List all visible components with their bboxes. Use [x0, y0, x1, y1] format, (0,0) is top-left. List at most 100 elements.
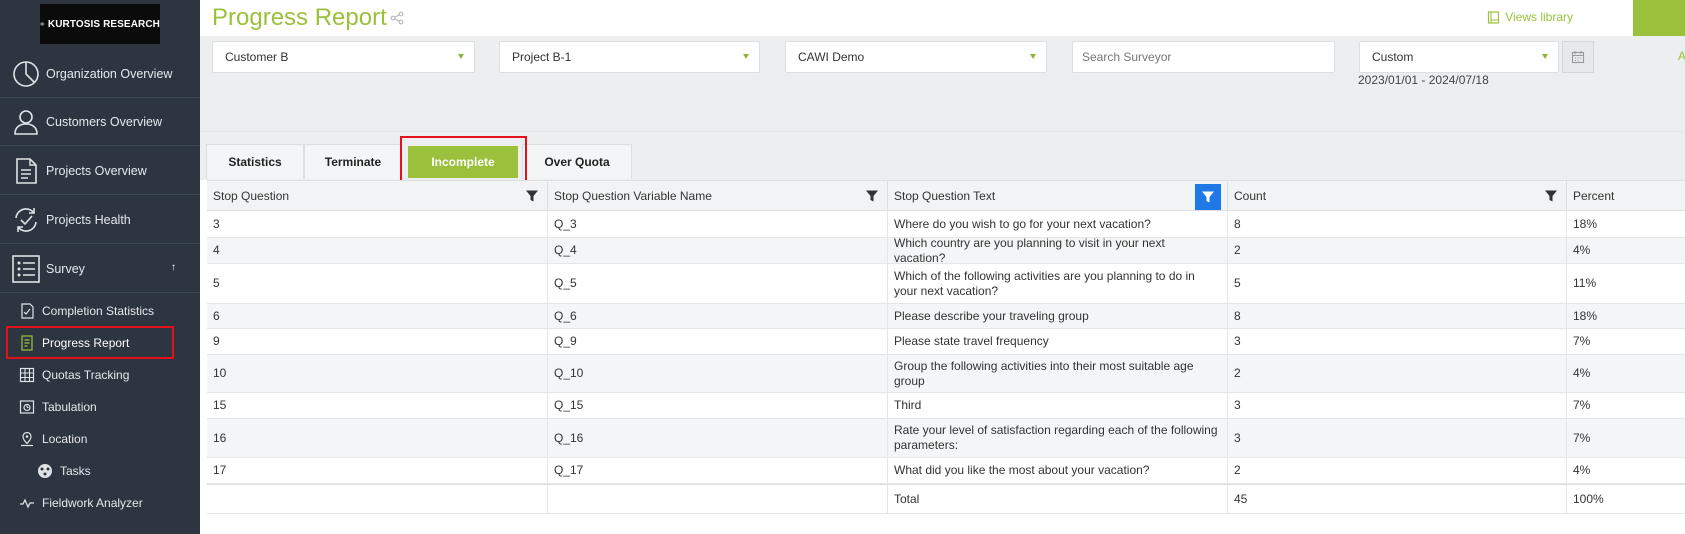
column-header-stop-question[interactable]: Stop Question	[207, 181, 548, 211]
sub-quotas-tracking[interactable]: Quotas Tracking	[0, 359, 200, 391]
apply-link[interactable]: A	[1678, 49, 1685, 63]
filter-icon[interactable]	[1544, 189, 1558, 203]
sub-location[interactable]: Location	[0, 423, 200, 455]
chevron-down-icon	[1542, 54, 1548, 59]
sub-tabulation[interactable]: Tabulation	[0, 391, 200, 423]
survey-dropdown[interactable]: CAWI Demo	[785, 41, 1047, 73]
sub-label: Progress Report	[42, 336, 130, 350]
share-icon[interactable]	[390, 11, 404, 25]
table-row[interactable]: 4 Q_4 Which country are you planning to vi…	[207, 236, 1685, 265]
logo-area: KURTOSIS RESEARCH	[0, 0, 200, 48]
table-cell-var: Q_9	[548, 329, 888, 354]
table-cell-count: 2	[1228, 238, 1567, 263]
table-cell-count: 2	[1228, 458, 1567, 483]
tab-incomplete[interactable]: Incomplete	[408, 146, 518, 178]
column-label: Count	[1234, 189, 1267, 203]
nav-customers-overview[interactable]: Customers Overview	[0, 98, 200, 146]
project-dropdown[interactable]: Project B-1	[499, 41, 760, 73]
table-row[interactable]: 10 Q_10 Group the following activities int…	[207, 355, 1685, 393]
tasks-icon	[36, 462, 54, 480]
table-row[interactable]: 15 Q_15 Third 3 7%	[207, 393, 1685, 419]
book-icon	[1488, 10, 1500, 24]
sub-tasks[interactable]: Tasks	[0, 455, 200, 487]
active-filter-icon[interactable]	[1195, 184, 1221, 210]
nav-organization-overview[interactable]: Organization Overview	[0, 50, 200, 98]
date-range-text: 2023/01/01 - 2024/07/18	[1358, 73, 1489, 87]
column-header-count[interactable]: Count	[1228, 181, 1567, 211]
views-library-label: Views library	[1505, 10, 1573, 24]
tab-statistics[interactable]: Statistics	[206, 144, 304, 179]
list-icon	[10, 253, 42, 285]
total-cell-label: Total	[888, 485, 1228, 513]
nav-label: Projects Overview	[46, 163, 147, 178]
tabs-row: Statistics Terminate Incomplete Over Quo…	[200, 132, 1685, 184]
calendar-button[interactable]	[1562, 41, 1594, 73]
total-cell-empty	[548, 485, 888, 513]
table-cell-text: Where do you wish to go for your next va…	[888, 211, 1228, 237]
table-cell-pct: 4%	[1573, 463, 1591, 477]
sub-label: Tabulation	[42, 400, 97, 414]
sub-label: Location	[42, 432, 88, 446]
table-cell-q: 17	[207, 458, 548, 483]
tab-terminate[interactable]: Terminate	[304, 144, 402, 179]
filter-bar: Customer B Project B-1 CAWI Demo Custom …	[200, 36, 1685, 132]
table-body: 3 Q_3 Where do you wish to go for your nex…	[207, 211, 1685, 514]
filter-icon[interactable]	[865, 189, 879, 203]
tab-over-quota[interactable]: Over Quota	[522, 144, 632, 179]
sub-progress-report[interactable]: Progress Report	[0, 327, 200, 359]
nav-label: Survey	[46, 261, 85, 276]
nav-projects-overview[interactable]: Projects Overview	[0, 147, 200, 195]
table-cell-text: Group the following activities into thei…	[888, 355, 1228, 392]
column-header-percent[interactable]: Percent	[1567, 181, 1685, 211]
table-row[interactable]: 5 Q_5 Which of the following activities ar…	[207, 264, 1685, 304]
customer-dropdown[interactable]: Customer B	[212, 41, 475, 73]
pulse-icon	[18, 494, 36, 512]
table-cell-pct: 18%	[1573, 216, 1598, 231]
table-cell-pct: 7%	[1573, 334, 1591, 348]
table-cell-q: 4	[207, 238, 548, 263]
table-cell-count: 3	[1228, 329, 1567, 354]
table-cell-pct: 4%	[1573, 366, 1591, 380]
table-cell-count: 3	[1228, 393, 1567, 418]
checklist-icon	[18, 302, 36, 320]
table-row[interactable]: 3 Q_3 Where do you wish to go for your nex…	[207, 211, 1685, 238]
table-cell-var: Q_17	[548, 458, 888, 483]
calendar-icon	[1571, 51, 1585, 64]
table-cell-text: Which of the following activities are yo…	[888, 264, 1228, 303]
sub-completion-statistics[interactable]: Completion Statistics	[0, 295, 200, 327]
table-cell-text: Please state travel frequency	[888, 329, 1228, 354]
sub-label: Completion Statistics	[42, 304, 155, 318]
table-cell-var: Q_4	[548, 238, 888, 263]
views-library-link[interactable]: Views library	[1487, 10, 1573, 24]
column-header-question-text[interactable]: Stop Question Text	[888, 181, 1228, 211]
table-row[interactable]: 17 Q_17 What did you like the most about y…	[207, 458, 1685, 484]
table-cell-text: Third	[888, 393, 1228, 418]
nav-projects-health[interactable]: Projects Health	[0, 196, 200, 244]
grid-icon	[18, 366, 36, 384]
table-cell-pct: 11%	[1573, 276, 1597, 290]
table-cell-count: 5	[1228, 264, 1567, 303]
project-value: Project B-1	[512, 50, 572, 64]
table-cell-pct: 7%	[1573, 398, 1591, 412]
table-row[interactable]: 9 Q_9 Please state travel frequency 3 7%	[207, 329, 1685, 355]
table-total-row: Total 45 100%	[207, 484, 1685, 514]
period-dropdown[interactable]: Custom	[1359, 41, 1559, 73]
column-header-variable-name[interactable]: Stop Question Variable Name	[548, 181, 888, 211]
collapse-arrow-icon[interactable]: ↑	[171, 262, 176, 273]
table-cell-var: Q_16	[548, 419, 888, 457]
nav-label: Organization Overview	[46, 66, 173, 81]
table-row[interactable]: 6 Q_6 Please describe your traveling group…	[207, 304, 1685, 329]
table-cell-q: 9	[207, 329, 548, 354]
incomplete-table: Stop Question Stop Question Variable Nam…	[207, 180, 1685, 514]
logo-text: KURTOSIS RESEARCH	[47, 18, 160, 30]
table-cell-var: Q_15	[548, 393, 888, 418]
waveform-icon	[40, 21, 45, 27]
kurtosis-logo: KURTOSIS RESEARCH	[40, 4, 160, 44]
search-surveyor-input[interactable]	[1072, 41, 1335, 73]
nav-survey[interactable]: Survey ↑	[0, 245, 200, 293]
sub-fieldwork-analyzer[interactable]: Fieldwork Analyzer	[0, 487, 200, 519]
table-row[interactable]: 16 Q_16 Rate your level of satisfaction re…	[207, 419, 1685, 458]
table-cell-var: Q_3	[548, 211, 888, 237]
table-cell-text: Which country are you planning to visit …	[888, 236, 1228, 265]
filter-icon[interactable]	[525, 189, 539, 203]
